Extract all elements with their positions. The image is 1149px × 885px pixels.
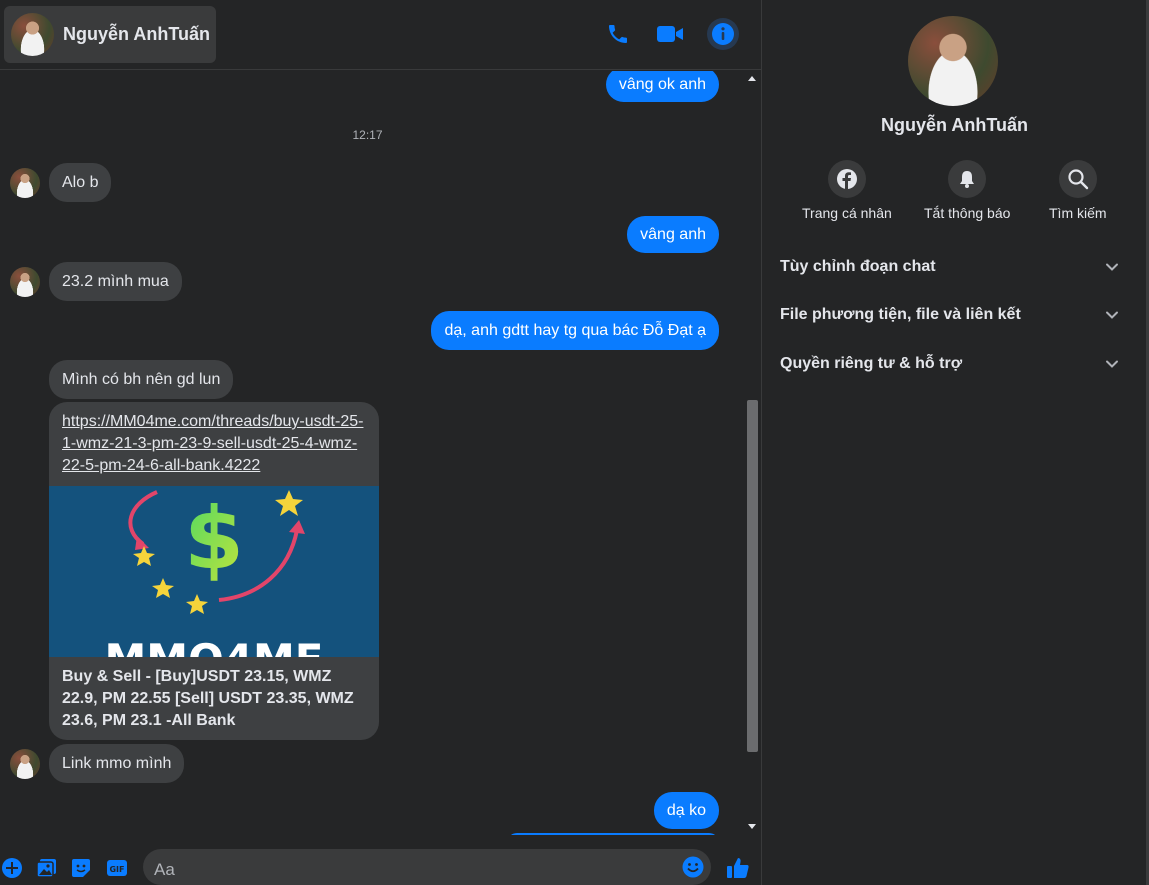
privacy-support-section[interactable]: Quyền riêng tư & hỗ trợ (780, 349, 1120, 379)
thumbs-up-icon (727, 858, 749, 878)
message-input-container (143, 849, 711, 885)
send-like-button[interactable] (725, 855, 751, 881)
conversation-info-panel: Nguyễn AnhTuấn Trang cá nhân Tắt thông b… (761, 0, 1149, 885)
profile-name: Nguyễn AnhTuấn (881, 115, 1028, 135)
photo-icon (36, 859, 56, 878)
contact-avatar (11, 13, 54, 56)
message-outgoing[interactable]: vâng anh (627, 216, 719, 253)
video-call-button[interactable] (655, 19, 685, 49)
link-title[interactable]: Buy & Sell - [Buy]USDT 23.15, WMZ 22.9, … (49, 657, 379, 740)
more-actions-button[interactable] (1, 857, 23, 879)
profile-action-label: Trang cá nhân (802, 205, 892, 221)
mute-action-circle[interactable] (948, 160, 987, 198)
search-icon (1068, 169, 1088, 190)
messenger-window: Nguyễn AnhTuấn vâng ok anh 12:17 Alo b v… (0, 0, 1149, 885)
facebook-icon (836, 169, 857, 189)
scroll-up-arrow-icon[interactable] (748, 76, 756, 81)
profile-action[interactable]: Trang cá nhân (802, 160, 892, 221)
sticker-icon (72, 859, 90, 877)
info-icon (712, 23, 734, 45)
message-outgoing-partial[interactable] (507, 833, 719, 835)
attach-photo-button[interactable] (36, 857, 58, 879)
sender-avatar[interactable] (10, 266, 40, 297)
contact-name: Nguyễn AnhTuấn (63, 24, 210, 44)
mute-action-label: Tắt thông báo (924, 205, 1011, 221)
svg-text:$: $ (184, 489, 244, 589)
scroll-thumb[interactable] (747, 400, 758, 752)
header-actions (603, 18, 739, 50)
message-incoming[interactable]: 23.2 mình mua (49, 262, 182, 301)
chat-header: Nguyễn AnhTuấn (0, 0, 761, 70)
voice-call-button[interactable] (603, 19, 633, 49)
sender-avatar[interactable] (10, 748, 40, 779)
chevron-down-icon (1106, 263, 1118, 271)
customize-chat-section[interactable]: Tùy chỉnh đoạn chat (780, 252, 1120, 282)
chevron-down-icon (1106, 360, 1118, 368)
message-outgoing[interactable]: dạ, anh gdtt hay tg qua bác Đỗ Đạt ạ (431, 311, 719, 350)
search-action-circle[interactable] (1058, 160, 1097, 198)
message-incoming[interactable]: Link mmo mình (49, 744, 185, 783)
message-outgoing[interactable]: dạ ko (653, 792, 719, 829)
link-url[interactable]: https://MM04me.com/threads/buy-usdt-25-1… (49, 402, 379, 486)
profile-avatar[interactable] (908, 16, 998, 106)
conversation-contact[interactable]: Nguyễn AnhTuấn (4, 6, 216, 63)
emoji-smile-icon (682, 856, 704, 878)
gif-button[interactable]: GIF (106, 857, 128, 879)
message-outgoing[interactable]: vâng ok anh (605, 71, 719, 102)
emoji-button[interactable] (682, 856, 704, 883)
message-incoming-row: Mình có bh nên gd lun (49, 360, 234, 399)
bell-icon (960, 171, 975, 188)
message-timestamp: 12:17 (352, 128, 383, 142)
media-files-title: File phương tiện, file và liên kết (780, 306, 1021, 323)
gif-icon: GIF (107, 860, 127, 876)
message-input[interactable] (154, 849, 674, 885)
media-files-section[interactable]: File phương tiện, file và liên kết (780, 300, 1120, 330)
privacy-support-title: Quyền riêng tư & hỗ trợ (780, 355, 963, 372)
message-incoming-row: Link mmo mình (10, 744, 185, 783)
mute-action[interactable]: Tắt thông báo (924, 160, 1010, 221)
video-camera-icon (657, 26, 683, 42)
message-incoming-row: 23.2 mình mua (10, 262, 182, 301)
scroll-down-arrow-icon[interactable] (748, 824, 756, 829)
message-incoming[interactable]: Alo b (49, 163, 112, 202)
profile-action-circle[interactable] (827, 160, 866, 198)
search-action-label: Tìm kiếm (1049, 205, 1107, 221)
message-incoming-row: Alo b (10, 163, 112, 202)
svg-text:GIF: GIF (109, 865, 124, 874)
message-incoming[interactable]: Mình có bh nên gd lun (49, 360, 234, 399)
chevron-down-icon (1106, 311, 1118, 319)
phone-icon (609, 25, 627, 43)
plus-circle-icon (2, 858, 22, 878)
message-list[interactable]: vâng ok anh 12:17 Alo b vâng anh 23.2 mì… (0, 71, 744, 835)
dollar-logo-icon: $ MMO4ME (104, 489, 323, 657)
sender-avatar[interactable] (10, 167, 40, 198)
link-preview-card[interactable]: https://MM04me.com/threads/buy-usdt-25-1… (49, 402, 379, 740)
search-action[interactable]: Tìm kiếm (1049, 160, 1107, 221)
message-scrollbar[interactable] (744, 71, 761, 835)
link-preview-image[interactable]: $ MMO4ME (49, 486, 379, 657)
customize-chat-title: Tùy chỉnh đoạn chat (780, 258, 936, 275)
sticker-button[interactable] (70, 857, 92, 879)
conversation-info-button[interactable] (707, 18, 739, 50)
message-composer: GIF (0, 845, 761, 885)
link-image-text: MMO4ME (104, 635, 323, 657)
